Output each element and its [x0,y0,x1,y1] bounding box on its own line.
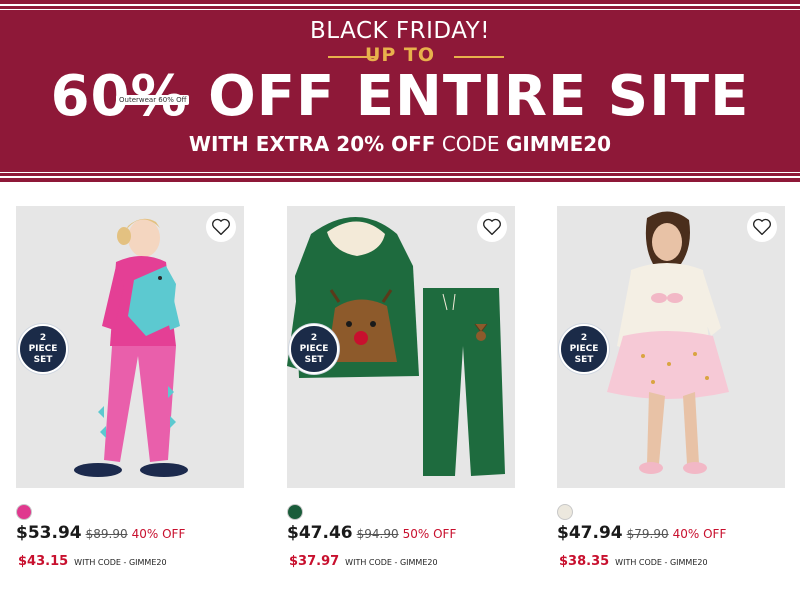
badge-piece: PIECE [28,343,58,354]
color-swatch[interactable] [287,504,303,520]
original-price: $79.90 [626,527,669,541]
banner-extra-off: WITH EXTRA 20% OFF [188,132,436,156]
banner-gold-line [454,56,504,58]
product-card[interactable]: 2 PIECE SET $47.94 $79.90 40% OFF $38.35 WI… [557,206,785,569]
banner-headline-black-friday: BLACK FRIDAY! [310,18,490,44]
outerwear-tag: Outerwear 60% Off [116,95,190,105]
sale-price: $47.46 [287,523,353,543]
product-image[interactable]: 2 PIECE SET [16,206,244,488]
sale-price: $53.94 [16,523,82,543]
banner-up-to: UP TO [364,44,436,66]
badge-piece: PIECE [569,343,599,354]
two-piece-set-badge: 2 PIECE SET [289,324,339,374]
code-price: $37.97 [289,554,340,569]
discount-label: 40% OFF [131,527,186,541]
code-price-row: $37.97 WITH CODE - GIMME20 [289,550,438,569]
heart-icon [753,218,771,236]
heart-icon [212,218,230,236]
product-card[interactable]: 2 PIECE SET $47.46 $94.90 50% OFF $37.97 WI… [287,206,515,569]
wishlist-heart-button[interactable] [477,212,507,242]
badge-number: 2 [580,332,588,343]
price-row: $47.94 $79.90 40% OFF [557,523,726,543]
wishlist-heart-button[interactable] [747,212,777,242]
badge-set: SET [33,354,53,365]
discount-label: 40% OFF [672,527,727,541]
banner-rule [0,176,800,178]
two-piece-set-badge: 2 PIECE SET [18,324,68,374]
banner-rule [0,4,800,6]
product-card[interactable]: 2 PIECE SET $53.94 $89.90 40% OFF $43.15 WI… [16,206,244,569]
black-friday-banner[interactable]: BLACK FRIDAY! UP TO 60% OFF ENTIRE SITE … [0,0,800,182]
badge-number: 2 [39,332,47,343]
product-image[interactable]: 2 PIECE SET [557,206,785,488]
badge-set: SET [304,354,324,365]
heart-icon [483,218,501,236]
original-price: $94.90 [356,527,399,541]
code-label: WITH CODE - GIMME20 [345,558,438,567]
banner-rule [0,172,800,173]
badge-set: SET [574,354,594,365]
banner-code-word: CODE [435,132,506,156]
code-price: $43.15 [18,554,69,569]
code-label: WITH CODE - GIMME20 [615,558,708,567]
banner-promo-code: GIMME20 [505,132,612,156]
price-row: $47.46 $94.90 50% OFF [287,523,456,543]
banner-code-line: WITH EXTRA 20% OFF CODE GIMME20 [0,132,800,156]
banner-rule [0,9,800,10]
code-price-row: $43.15 WITH CODE - GIMME20 [18,550,167,569]
code-price: $38.35 [559,554,610,569]
two-piece-set-badge: 2 PIECE SET [559,324,609,374]
price-row: $53.94 $89.90 40% OFF [16,523,185,543]
code-label: WITH CODE - GIMME20 [74,558,167,567]
badge-number: 2 [310,332,318,343]
original-price: $89.90 [85,527,128,541]
discount-label: 50% OFF [402,527,457,541]
badge-piece: PIECE [299,343,329,354]
code-price-row: $38.35 WITH CODE - GIMME20 [559,550,708,569]
product-image[interactable]: 2 PIECE SET [287,206,515,488]
color-swatch[interactable] [16,504,32,520]
color-swatch[interactable] [557,504,573,520]
wishlist-heart-button[interactable] [206,212,236,242]
sale-price: $47.94 [557,523,623,543]
